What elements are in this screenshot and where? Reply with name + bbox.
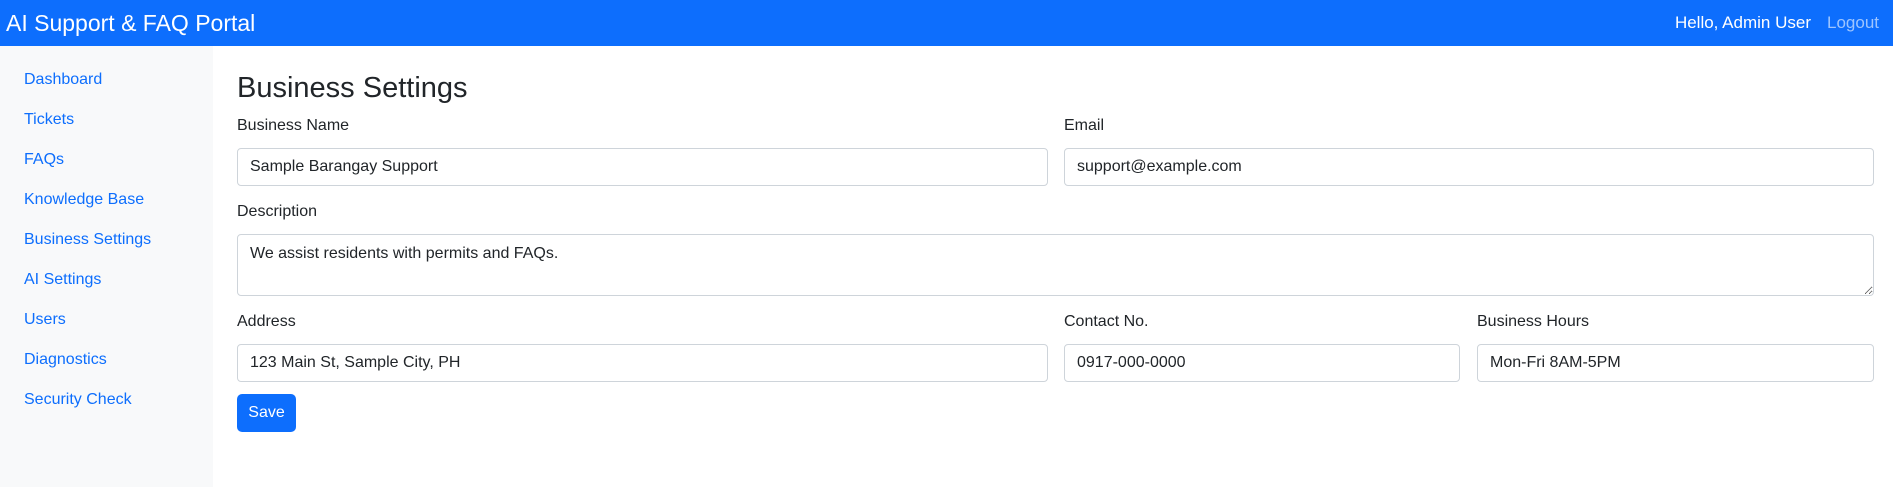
description-textarea[interactable]: We assist residents with permits and FAQ… bbox=[237, 234, 1874, 296]
user-area: Hello, Admin User Logout bbox=[1675, 13, 1879, 33]
email-label: Email bbox=[1064, 117, 1105, 134]
email-input[interactable] bbox=[1064, 148, 1874, 186]
save-button[interactable]: Save bbox=[237, 394, 296, 432]
address-label: Address bbox=[237, 313, 296, 330]
business-hours-group: Business Hours bbox=[1477, 312, 1874, 382]
app-brand-link[interactable]: AI Support & FAQ Portal bbox=[6, 10, 255, 37]
business-name-label: Business Name bbox=[237, 117, 350, 134]
business-hours-input[interactable] bbox=[1477, 344, 1874, 382]
sidebar-item-security-check[interactable]: Security Check bbox=[0, 390, 213, 410]
sidebar-item-faqs[interactable]: FAQs bbox=[0, 150, 213, 170]
main-content: Business Settings Business Name Email De… bbox=[237, 46, 1874, 432]
business-hours-label: Business Hours bbox=[1477, 313, 1590, 330]
logout-link[interactable]: Logout bbox=[1827, 13, 1879, 33]
contact-input[interactable] bbox=[1064, 344, 1460, 382]
business-name-group: Business Name bbox=[237, 116, 1048, 186]
address-input[interactable] bbox=[237, 344, 1048, 382]
sidebar-item-dashboard[interactable]: Dashboard bbox=[0, 70, 213, 90]
sidebar-item-business-settings[interactable]: Business Settings bbox=[0, 230, 213, 250]
sidebar-item-knowledge-base[interactable]: Knowledge Base bbox=[0, 190, 213, 210]
contact-label: Contact No. bbox=[1064, 313, 1149, 330]
user-greeting: Hello, Admin User bbox=[1674, 13, 1811, 32]
email-group: Email bbox=[1064, 116, 1874, 186]
description-group: Description We assist residents with per… bbox=[237, 202, 1874, 296]
contact-group: Contact No. bbox=[1064, 312, 1460, 382]
description-label: Description bbox=[237, 203, 318, 220]
sidebar-item-ai-settings[interactable]: AI Settings bbox=[0, 270, 213, 290]
top-navbar: AI Support & FAQ Portal Hello, Admin Use… bbox=[0, 0, 1893, 46]
sidebar: Dashboard Tickets FAQs Knowledge Base Bu… bbox=[0, 46, 213, 487]
page-title: Business Settings bbox=[237, 72, 468, 104]
sidebar-item-diagnostics[interactable]: Diagnostics bbox=[0, 350, 213, 370]
sidebar-item-users[interactable]: Users bbox=[0, 310, 213, 330]
sidebar-item-tickets[interactable]: Tickets bbox=[0, 110, 213, 130]
address-group: Address bbox=[237, 312, 1048, 382]
business-name-input[interactable] bbox=[237, 148, 1048, 186]
